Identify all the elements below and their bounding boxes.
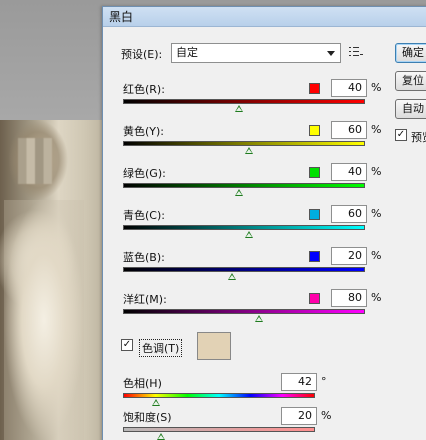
cyan-slider-thumb[interactable] [244,231,253,238]
black-white-dialog: 黑白 预设(E): 自定 红色(R): 40% 黄色(Y): 60% 绿色(G): 40%… [102,6,426,440]
red-slider-block: 红色(R): 40% [121,79,381,123]
red-track[interactable] [123,99,365,104]
red-slider-thumb[interactable] [235,105,244,112]
saturation-input[interactable]: 20 [281,407,317,425]
reset-button[interactable]: 复位 [395,71,426,91]
tint-checkbox[interactable]: ✓ [121,339,133,351]
blue-unit: % [371,249,382,262]
preset-label: 预设(E): [121,48,163,61]
saturation-unit: % [321,409,332,422]
magenta-unit: % [371,291,382,304]
magenta-swatch [309,293,320,304]
hue-label: 色相(H) [123,377,162,390]
magenta-slider-thumb[interactable] [254,315,263,322]
green-unit: % [371,165,382,178]
green-slider-thumb[interactable] [235,189,244,196]
yellow-input[interactable]: 60 [331,121,367,139]
blue-slider-block: 蓝色(B): 20% [121,247,381,291]
blue-slider-thumb[interactable] [227,273,236,280]
hue-input[interactable]: 42 [281,373,317,391]
blue-label: 蓝色(B): [123,251,165,264]
red-input[interactable]: 40 [331,79,367,97]
saturation-slider-block: 饱和度(S) 20 % [121,407,369,440]
yellow-swatch [309,125,320,136]
hue-unit: ° [321,375,327,388]
yellow-slider-thumb[interactable] [244,147,253,154]
green-track[interactable] [123,183,365,188]
cyan-slider-block: 青色(C): 60% [121,205,381,249]
preset-value: 自定 [176,46,198,59]
magenta-input[interactable]: 80 [331,289,367,307]
magenta-slider-block: 洋红(M): 80% [121,289,381,333]
blue-swatch [309,251,320,262]
auto-button[interactable]: 自动 [395,99,426,119]
hue-track[interactable] [123,393,315,398]
red-swatch [309,83,320,94]
chevron-down-icon [327,51,335,56]
green-label: 绿色(G): [123,167,166,180]
preview-checkbox[interactable]: ✓ [395,129,407,141]
tint-color-swatch[interactable] [197,332,231,360]
red-label: 红色(R): [123,83,165,96]
blue-input[interactable]: 20 [331,247,367,265]
cyan-input[interactable]: 60 [331,205,367,223]
photo-face-blurred [18,138,52,184]
preview-label: 预览 [411,131,426,144]
blue-track[interactable] [123,267,365,272]
yellow-unit: % [371,123,382,136]
yellow-slider-block: 黄色(Y): 60% [121,121,381,165]
ok-button[interactable]: 确定 [395,43,426,63]
magenta-label: 洋红(M): [123,293,167,306]
preset-dropdown[interactable]: 自定 [171,43,341,63]
green-swatch [309,167,320,178]
hue-slider-thumb[interactable] [151,399,160,406]
saturation-slider-thumb[interactable] [157,433,166,440]
yellow-track[interactable] [123,141,365,146]
red-unit: % [371,81,382,94]
tint-label: 色调(T) [139,339,183,357]
cyan-unit: % [371,207,382,220]
saturation-label: 饱和度(S) [123,411,172,424]
saturation-track[interactable] [123,427,315,432]
cyan-label: 青色(C): [123,209,165,222]
cyan-track[interactable] [123,225,365,230]
green-input[interactable]: 40 [331,163,367,181]
photo-dress [4,200,84,440]
magenta-track[interactable] [123,309,365,314]
preset-options-menu-icon[interactable] [349,45,363,59]
yellow-label: 黄色(Y): [123,125,165,138]
green-slider-block: 绿色(G): 40% [121,163,381,207]
cyan-swatch [309,209,320,220]
dialog-title: 黑白 [103,7,426,27]
